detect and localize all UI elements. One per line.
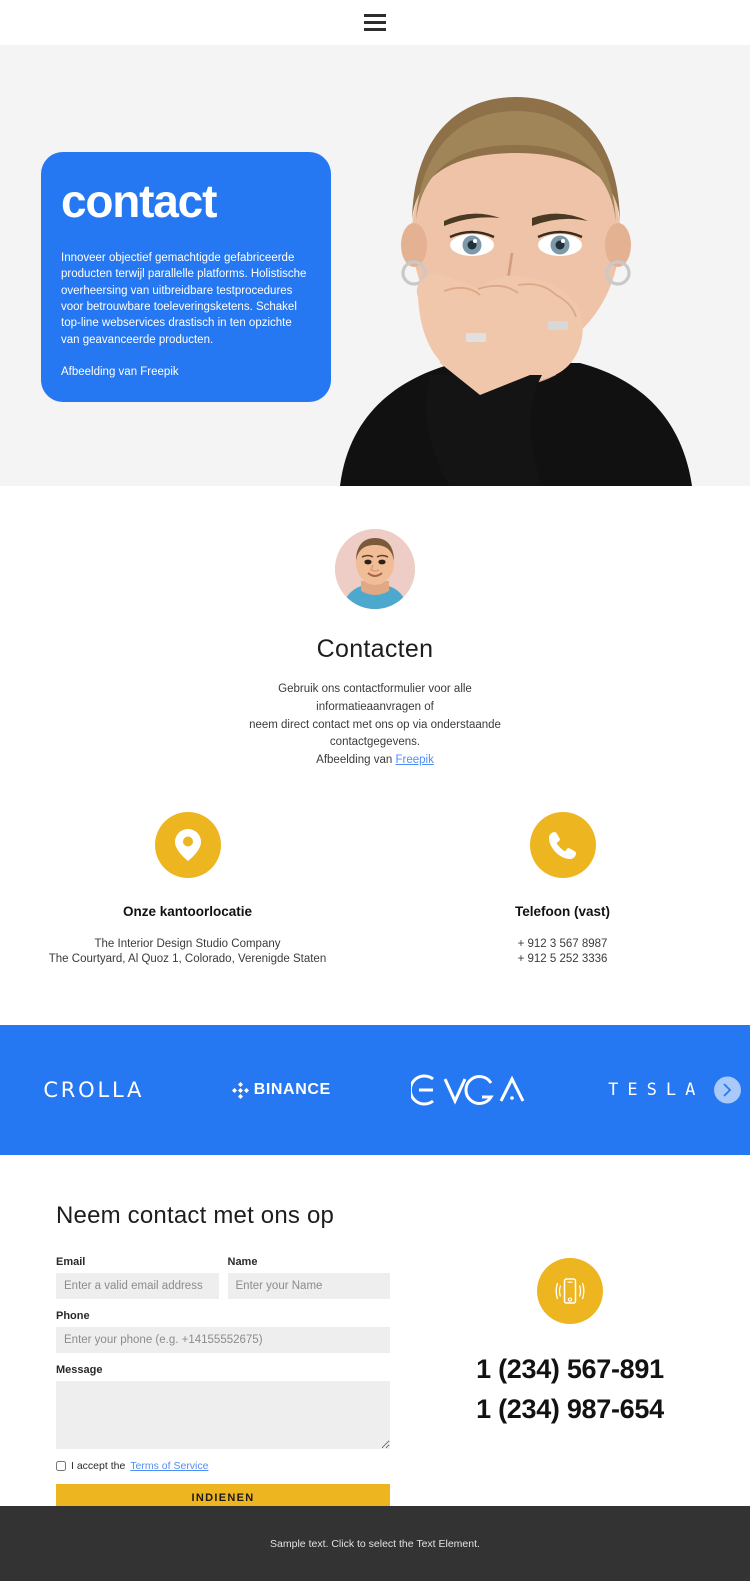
- footer-text: Sample text. Click to select the Text El…: [270, 1537, 480, 1550]
- email-label: Email: [56, 1256, 86, 1269]
- name-input[interactable]: [227, 1273, 390, 1300]
- contact-card-office-line1: The Interior Design Studio Company: [94, 938, 281, 951]
- contacts-description-line1: Gebruik ons contactformulier voor alle i…: [278, 683, 472, 713]
- chevron-right-icon[interactable]: [714, 1076, 741, 1104]
- phone-icon: [529, 812, 596, 879]
- highlight-phone-1: 1 (234) 567-891: [476, 1354, 664, 1385]
- mobile-phone-vibrate-icon: [537, 1258, 603, 1325]
- contact-card-phone-heading: Telefoon (vast): [514, 904, 610, 920]
- highlight-phone-2: 1 (234) 987-654: [476, 1393, 664, 1424]
- logo-crolla[interactable]: CROLLA: [0, 1078, 188, 1102]
- contact-card-office-heading: Onze kantoorlocatie: [122, 904, 253, 920]
- contact-card-phone-line2: + 912 5 252 3336: [517, 953, 608, 966]
- contact-card-phone-line1: + 912 3 567 8987: [517, 938, 608, 951]
- hero-card: contact Innoveer objectief gemachtigde g…: [41, 152, 331, 402]
- terms-accept-prefix: I accept the: [71, 1460, 126, 1473]
- phone-input[interactable]: [56, 1327, 390, 1354]
- logo-binance[interactable]: BINANCE: [188, 1081, 376, 1099]
- page-title: Contacten: [316, 635, 434, 663]
- contact-form-section: Neem contact met ons op Email Name Phone…: [0, 1155, 750, 1512]
- terms-accept-row: I accept the Terms of Service: [56, 1460, 390, 1472]
- avatar: [335, 529, 415, 609]
- contact-form: Neem contact met ons op Email Name Phone…: [0, 1202, 390, 1512]
- hero-title: contact: [61, 175, 217, 227]
- partner-logos-carousel: CROLLA BINANCE TESLA: [0, 1025, 750, 1156]
- terms-of-service-link[interactable]: Terms of Service: [130, 1460, 208, 1472]
- phone-field-group: Phone: [56, 1310, 390, 1354]
- terms-checkbox[interactable]: [56, 1461, 66, 1472]
- email-input[interactable]: [56, 1273, 219, 1300]
- message-label: Message: [56, 1364, 103, 1377]
- burger-bar-3: [364, 28, 386, 31]
- contact-card-phone: Telefoon (vast) + 912 3 567 8987 + 912 5…: [375, 812, 750, 967]
- email-field-group: Email: [56, 1256, 219, 1300]
- hero-photo: [280, 45, 750, 486]
- hero-section: contact Innoveer objectief gemachtigde g…: [0, 45, 750, 486]
- hero-image-credit: Afbeelding van Freepik: [61, 365, 179, 378]
- contacts-intro-section: Contacten Gebruik ons contactformulier v…: [0, 486, 750, 968]
- contacts-description-line2: neem direct contact met ons op via onder…: [249, 718, 501, 731]
- binance-diamond-icon: [231, 1081, 249, 1099]
- phone-label: Phone: [56, 1310, 90, 1323]
- contacts-description-line3: contactgegevens.: [329, 736, 421, 749]
- contact-form-title: Neem contact met ons op: [56, 1202, 335, 1230]
- logo-binance-text: BINANCE: [253, 1081, 331, 1099]
- contact-info-row: Onze kantoorlocatie The Interior Design …: [0, 770, 750, 968]
- phone-highlight-block: 1 (234) 567-891 1 (234) 987-654: [390, 1202, 750, 1511]
- name-field-group: Name: [227, 1256, 390, 1300]
- contacts-credit-prefix: Afbeelding van: [316, 754, 396, 767]
- message-field-group: Message: [56, 1364, 390, 1450]
- logo-crolla-text: CROLLA: [43, 1078, 145, 1103]
- contact-card-office: Onze kantoorlocatie The Interior Design …: [0, 812, 375, 967]
- burger-bar-2: [364, 21, 386, 24]
- message-textarea[interactable]: [56, 1381, 390, 1450]
- freepik-link[interactable]: Freepik: [395, 754, 433, 766]
- burger-bar-1: [364, 14, 386, 17]
- logo-evga[interactable]: [375, 1073, 563, 1107]
- hero-body-text: Innoveer objectief gemachtigde gefabrice…: [61, 252, 307, 346]
- map-pin-icon: [154, 812, 221, 879]
- site-header: [0, 0, 750, 45]
- logo-tesla-text: TESLA: [608, 1080, 705, 1101]
- contact-card-office-line2: The Courtyard, Al Quoz 1, Colorado, Vere…: [48, 953, 327, 966]
- contacts-description: Gebruik ons contactformulier voor alle i…: [225, 681, 525, 770]
- logo-evga-mark: [410, 1073, 527, 1107]
- site-footer: Sample text. Click to select the Text El…: [0, 1506, 750, 1581]
- hamburger-menu-icon[interactable]: [364, 14, 386, 31]
- page-root: contact Innoveer objectief gemachtigde g…: [0, 0, 750, 1581]
- name-label: Name: [227, 1256, 258, 1269]
